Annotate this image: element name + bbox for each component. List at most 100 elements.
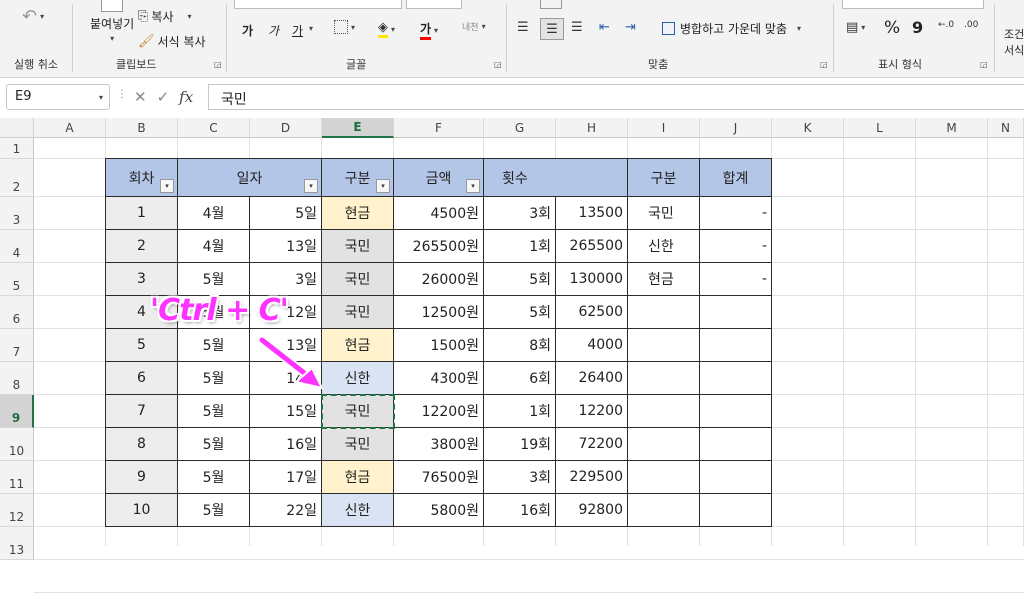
cell-amount[interactable]: 3800원 [394, 428, 484, 461]
cell-type[interactable]: 신한 [322, 494, 394, 527]
increase-decimal-button[interactable]: ←.0 [938, 20, 954, 30]
cell-amount[interactable]: 4300원 [394, 362, 484, 395]
cell-round[interactable]: 3 [106, 263, 178, 296]
column-header-d[interactable]: D [250, 118, 322, 138]
cell-type[interactable]: 국민 [322, 230, 394, 263]
border-button[interactable]: ▾ [334, 20, 355, 34]
column-header-b[interactable]: B [106, 118, 178, 138]
cell-calc[interactable]: 4000 [556, 329, 628, 362]
italic-button[interactable]: 가 [268, 22, 279, 39]
column-header-k[interactable]: K [772, 118, 844, 138]
column-header-h[interactable]: H [556, 118, 628, 138]
header-round[interactable]: 회차 ▾ [106, 159, 178, 197]
insert-function-icon[interactable]: fx [179, 88, 193, 106]
header-type2[interactable]: 구분 [628, 159, 700, 197]
header-total[interactable]: 합계 [700, 159, 772, 197]
cell-calc[interactable]: 13500 [556, 197, 628, 230]
cell-calc[interactable]: 92800 [556, 494, 628, 527]
cell-count[interactable]: 6회 [484, 362, 556, 395]
header-amount[interactable]: 금액 ▾ [394, 159, 484, 197]
decrease-indent-button[interactable]: ⇤ [599, 20, 610, 35]
cell-round[interactable]: 5 [106, 329, 178, 362]
cell-day[interactable]: 16일 [250, 428, 322, 461]
underline-dropdown[interactable]: ▾ [306, 24, 313, 33]
cell-day[interactable]: 5일 [250, 197, 322, 230]
comma-style-button[interactable]: 9 [912, 18, 923, 37]
cell-month[interactable]: 5월 [178, 329, 250, 362]
cell-day[interactable]: 17일 [250, 461, 322, 494]
phonetic-button[interactable]: 내천 ▾ [462, 20, 486, 33]
filter-dropdown-icon[interactable]: ▾ [466, 179, 480, 193]
font-name-box[interactable] [234, 0, 402, 9]
merge-center-button[interactable]: 병합하고 가운데 맞춤 ▾ [662, 20, 801, 37]
cell-count[interactable]: 3회 [484, 197, 556, 230]
cell-day[interactable]: 3일 [250, 263, 322, 296]
header-type[interactable]: 구분 ▾ [322, 159, 394, 197]
dialog-launcher-icon[interactable]: ◲ [214, 60, 222, 69]
cell-month[interactable]: 5월 [178, 395, 250, 428]
align-center-button[interactable]: ☰ [540, 18, 564, 40]
row-header-2[interactable]: 2 [0, 159, 34, 197]
cell-month[interactable]: 5월 [178, 461, 250, 494]
cell-round[interactable]: 9 [106, 461, 178, 494]
cell-summary-total[interactable] [700, 461, 772, 494]
cell-summary-total[interactable] [700, 428, 772, 461]
cell-summary-type[interactable] [628, 296, 700, 329]
row-header-5[interactable]: 5 [0, 263, 34, 296]
cell-calc[interactable]: 265500 [556, 230, 628, 263]
column-header-c[interactable]: C [178, 118, 250, 138]
cell-summary-total[interactable]: - [700, 197, 772, 230]
cell-type[interactable]: 국민 [322, 428, 394, 461]
header-date[interactable]: 일자 ▾ [178, 159, 322, 197]
cell-summary-type[interactable] [628, 362, 700, 395]
cell-month[interactable]: 5월 [178, 362, 250, 395]
cell-type[interactable]: 국민 [322, 395, 394, 428]
cancel-icon[interactable]: ✕ [134, 88, 147, 106]
cell-day[interactable]: 13일 [250, 230, 322, 263]
cell-summary-total[interactable] [700, 329, 772, 362]
row-header-10[interactable]: 10 [0, 428, 34, 461]
copy-button[interactable]: ⎘ 복사 ▾ [138, 8, 192, 25]
cell-calc[interactable]: 72200 [556, 428, 628, 461]
cell-count[interactable]: 1회 [484, 395, 556, 428]
fill-color-button[interactable]: ◈ ▾ [378, 20, 395, 38]
number-format-box[interactable] [842, 0, 984, 9]
column-header-g[interactable]: G [484, 118, 556, 138]
cell-summary-type[interactable] [628, 428, 700, 461]
filter-dropdown-icon[interactable]: ▾ [376, 179, 390, 193]
row-header-9[interactable]: 9 [0, 395, 34, 428]
row-header-11[interactable]: 11 [0, 461, 34, 494]
cell-count[interactable]: 5회 [484, 296, 556, 329]
percent-button[interactable]: % [884, 18, 900, 38]
cell-round[interactable]: 6 [106, 362, 178, 395]
cell-type[interactable]: 국민 [322, 263, 394, 296]
cell-amount[interactable]: 12500원 [394, 296, 484, 329]
enter-icon[interactable]: ✓ [157, 88, 170, 106]
cell-type[interactable]: 현금 [322, 197, 394, 230]
cell-summary-total[interactable] [700, 494, 772, 527]
cell-calc[interactable]: 26400 [556, 362, 628, 395]
font-size-box[interactable] [406, 0, 462, 9]
cell-summary-total[interactable] [700, 395, 772, 428]
cell-type[interactable]: 국민 [322, 296, 394, 329]
cell-summary-total[interactable]: - [700, 230, 772, 263]
column-header-j[interactable]: J [700, 118, 772, 138]
cell-count[interactable]: 5회 [484, 263, 556, 296]
cell-summary-type[interactable] [628, 494, 700, 527]
increase-indent-button[interactable]: ⇥ [625, 20, 636, 35]
cell-month[interactable]: 5월 [178, 428, 250, 461]
row-header-13[interactable]: 13 [0, 527, 34, 560]
underline-button[interactable]: 가 [292, 22, 303, 39]
dialog-launcher-icon[interactable]: ◲ [980, 60, 988, 69]
decrease-decimal-button[interactable]: .00 [964, 20, 978, 30]
cell-summary-type[interactable]: 국민 [628, 197, 700, 230]
row-header-3[interactable]: 3 [0, 197, 34, 230]
cell-summary-type[interactable]: 신한 [628, 230, 700, 263]
worksheet-grid[interactable]: ABCDEFGHIJKLMN 1 2 3 4 5 6 7 8 9 10 11 12 13 회차 ▾ 일자 ▾ 구… [0, 118, 1024, 593]
accounting-format-button[interactable]: ▤ ▾ [846, 20, 865, 35]
row-header-8[interactable]: 8 [0, 362, 34, 395]
cell-summary-type[interactable]: 현금 [628, 263, 700, 296]
cell-count[interactable]: 1회 [484, 230, 556, 263]
cell-day[interactable]: 15일 [250, 395, 322, 428]
align-right-button[interactable]: ☰ [571, 20, 583, 35]
